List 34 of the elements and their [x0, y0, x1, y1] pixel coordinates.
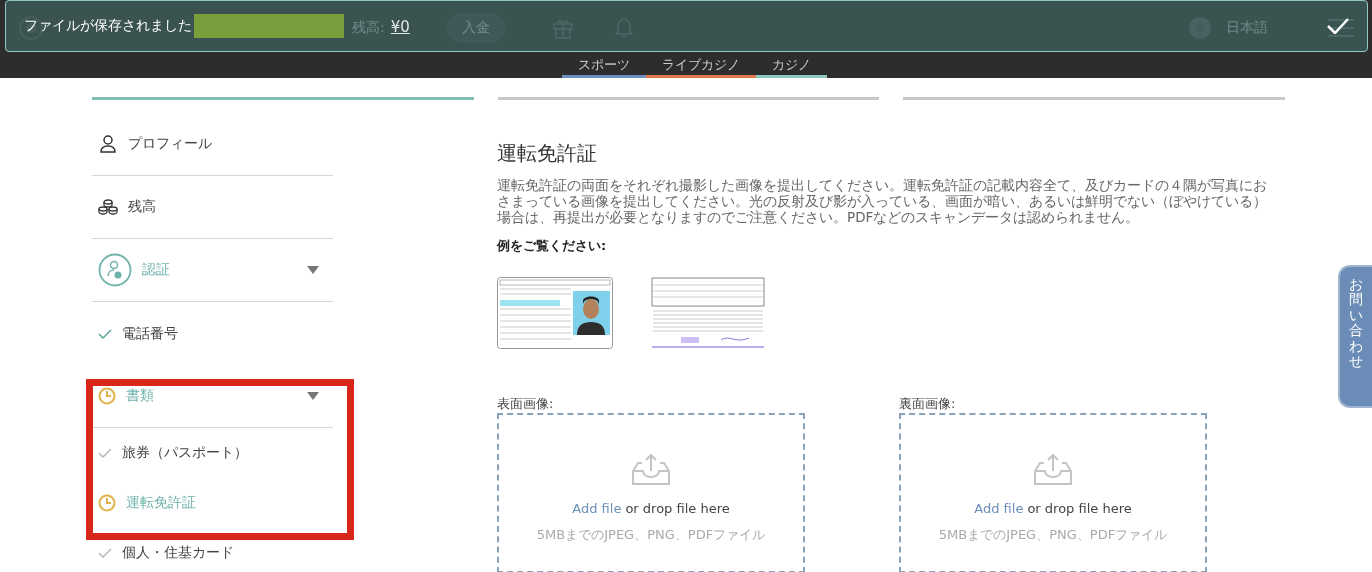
drop-instruction: Add file or drop file here — [974, 501, 1132, 516]
upload-tray-icon — [1034, 453, 1072, 485]
coins-icon — [98, 199, 118, 215]
sidebar-item[interactable]: プロフィール — [128, 135, 333, 153]
file-dropzone[interactable]: Add file or drop file here 5MBまでのJPEG、PNG、PDFファイル — [497, 413, 805, 572]
check-icon — [98, 548, 112, 558]
balance-amount: ¥0 — [390, 19, 410, 36]
nav-tab[interactable]: スポーツ — [561, 55, 646, 78]
sidebar-item[interactable]: 個人・住基カード — [122, 544, 333, 562]
toast-message: ファイルが保存されました — [24, 17, 192, 35]
caret-icon[interactable] — [307, 392, 319, 400]
sidebar-item[interactable]: 残高 — [128, 198, 333, 216]
example-label: 例をご覧ください: — [497, 237, 608, 255]
caret-icon[interactable] — [307, 266, 319, 274]
check-icon — [98, 448, 112, 458]
file-hint: 5MBまでのJPEG、PNG、PDFファイル — [938, 526, 1168, 543]
drop-instruction: Add file or drop file here — [572, 501, 730, 516]
person-icon — [98, 134, 118, 154]
description-text: 運転免許証の両面をそれぞれ撮影した画像を提出してください。運転免許証の記載内容全て、及びカードの４隅が写真におさまっている画像を提出してください。光の反射及び影が入っている、画面が暗い、あるいは鮮明でない（ぼやけている）場合は、再提出が必要となりますのでご注意ください。PDFなどのスキャンデータは認められません。 — [497, 177, 1268, 225]
clock-icon — [98, 494, 116, 512]
nav-tab[interactable]: ライブカジノ — [645, 55, 756, 78]
file-dropzone[interactable]: Add file or drop file here 5MBまでのJPEG、PNG、PDFファイル — [899, 413, 1207, 572]
sidebar-item[interactable]: 電話番号 — [122, 324, 333, 343]
sidebar-item[interactable]: 旅券（パスポート） — [122, 444, 333, 462]
upload-label: 表面画像: — [497, 395, 555, 413]
upload-label: 裏面画像: — [899, 395, 957, 413]
file-hint: 5MBまでのJPEG、PNG、PDFファイル — [536, 526, 766, 543]
nav-tab[interactable]: カジノ — [755, 55, 827, 78]
clock-icon — [98, 387, 116, 405]
check-icon[interactable] — [1327, 18, 1349, 34]
page-title: 運転免許証 — [497, 140, 598, 167]
check-icon — [98, 328, 112, 339]
verified-user-icon — [98, 253, 132, 287]
upload-tray-icon — [632, 453, 670, 485]
